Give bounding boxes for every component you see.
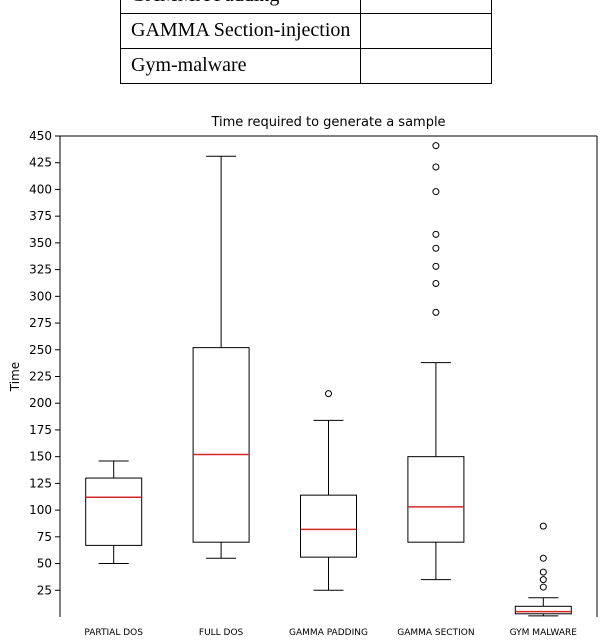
outlier-point: [433, 164, 439, 170]
outlier-point: [433, 245, 439, 251]
y-tick-label: 50: [37, 557, 52, 571]
y-tick-label: 150: [29, 450, 52, 464]
y-tick-label: 75: [37, 530, 52, 544]
outlier-point: [433, 309, 439, 315]
y-tick-label: 275: [29, 316, 52, 330]
table-cell-label: Gym-malware: [121, 49, 361, 84]
y-tick-label: 400: [29, 182, 52, 196]
outlier-point: [540, 555, 546, 561]
table-cell-value: [361, 14, 492, 49]
y-tick-label: 250: [29, 343, 52, 357]
table-cell-value: [361, 49, 492, 84]
box: [86, 478, 142, 545]
partial-table-clip: GAMMA Padding GAMMA Section-injection Gy…: [0, 0, 608, 112]
x-tick-label: GAMMA PADDING: [289, 628, 368, 638]
table-cell-value: [361, 0, 492, 14]
y-axis-label: Time: [8, 362, 22, 392]
table-row: Gym-malware: [121, 49, 492, 84]
x-tick-label: GYM MALWARE: [510, 628, 578, 638]
y-tick-label: 200: [29, 396, 52, 410]
outlier-point: [433, 263, 439, 269]
box: [408, 457, 464, 543]
outlier-point: [326, 391, 332, 397]
y-tick-label: 225: [29, 370, 52, 384]
table-row: GAMMA Padding: [121, 0, 492, 14]
y-tick-label: 25: [37, 583, 52, 597]
box: [515, 606, 571, 613]
table-cell-label: GAMMA Section-injection: [121, 14, 361, 49]
table-row: GAMMA Section-injection: [121, 14, 492, 49]
outlier-point: [433, 281, 439, 287]
y-tick-label: 350: [29, 236, 52, 250]
y-tick-label: 425: [29, 156, 52, 170]
x-tick-label: FULL DOS: [199, 628, 244, 638]
outlier-point: [433, 143, 439, 149]
x-tick-label: GAMMA SECTION: [397, 628, 474, 638]
chart-title: Time required to generate a sample: [210, 115, 445, 130]
x-tick-label: PARTIAL DOS: [84, 628, 143, 638]
y-tick-label: 100: [29, 503, 52, 517]
outlier-point: [433, 231, 439, 237]
outlier-point: [540, 584, 546, 590]
y-tick-label: 300: [29, 289, 52, 303]
outlier-point: [433, 189, 439, 195]
table-cell-label: GAMMA Padding: [121, 0, 361, 14]
y-tick-label: 375: [29, 209, 52, 223]
outlier-point: [540, 523, 546, 529]
chart-svg: 25 50 75 100 125 150 175 200 225 250 275 300 325 350 3…: [5, 112, 603, 642]
y-tick-label: 325: [29, 263, 52, 277]
partial-table: GAMMA Padding GAMMA Section-injection Gy…: [120, 0, 492, 84]
outlier-point: [540, 577, 546, 583]
y-tick-label: 125: [29, 476, 52, 490]
y-tick-label: 450: [29, 129, 52, 143]
box: [301, 495, 357, 557]
box: [193, 348, 249, 543]
boxplot-chart: 25 50 75 100 125 150 175 200 225 250 275 300 325 350 3…: [0, 112, 608, 642]
outlier-point: [540, 569, 546, 575]
y-tick-label: 175: [29, 423, 52, 437]
